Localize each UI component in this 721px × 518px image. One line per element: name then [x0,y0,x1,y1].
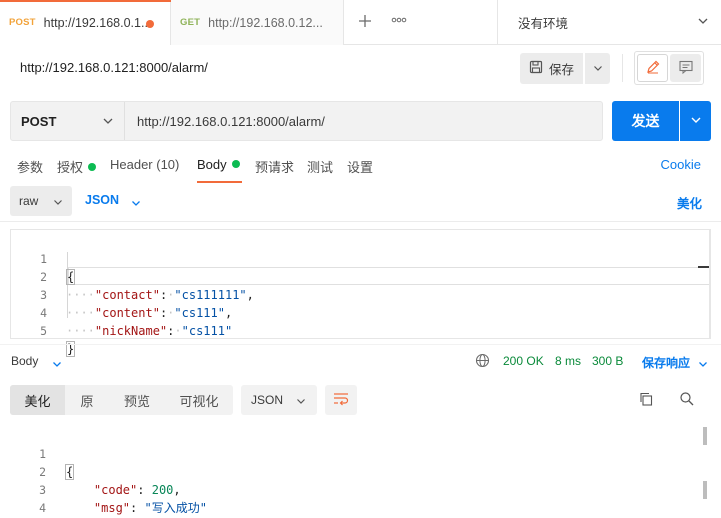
save-dropdown-button[interactable] [585,53,610,84]
floppy-disk-icon [529,60,543,77]
code-line: 1 { [11,232,710,285]
method-label: POST [21,113,57,129]
code-line: 3 ····"content":·"cs111", [11,268,710,320]
body-options-row: raw JSON 美化 [0,184,721,220]
tab-auth[interactable]: 授权 [57,157,97,181]
request-tab-active[interactable]: POST http://192.168.0.1... [0,0,171,45]
search-icon[interactable] [679,391,695,410]
response-size[interactable]: 300 B [592,354,623,368]
request-body-editor[interactable]: 1 { 2 ····"contact":·"cs111111", 3 ····"… [10,229,711,357]
tab-tests[interactable]: 测试 [307,157,333,181]
view-tab-pretty[interactable]: 美化 [10,385,65,415]
response-time[interactable]: 8 ms [555,354,581,368]
status-dot-icon [231,160,240,168]
code-line: 4 } [10,481,711,515]
tab-url: http://192.168.0.1... [43,15,152,30]
body-language-select[interactable]: JSON [85,193,140,207]
json-value: "cs111" [181,324,233,338]
tab-method: POST [9,17,36,28]
comment-icon [678,59,694,78]
request-tab[interactable]: GET http://192.168.0.12... [171,0,344,45]
response-header-row: Body 200 OK 8 ms 300 B 保存响应 [0,346,721,376]
beautify-button[interactable]: 美化 [677,193,702,212]
cookies-link[interactable]: Cookie [661,157,701,172]
chevron-down-icon [690,114,702,129]
tab-auth-label: 授权 [57,160,84,175]
response-body-select[interactable]: Body [11,354,61,368]
tab-prerequest[interactable]: 预请求 [255,157,294,181]
save-response-button[interactable]: 保存响应 [642,354,707,371]
request-title[interactable]: http://192.168.0.121:8000/alarm/ [20,60,208,75]
tab-method: GET [180,17,201,28]
request-tabs: 参数 授权 Header (10) Body 预请求 测试 设置 Cookie [0,150,721,183]
code-line: 2 ····"contact":·"cs111111", [11,250,710,302]
chevron-down-icon [102,115,114,130]
status-dot-icon [88,163,97,171]
tab-bar: POST http://192.168.0.1... GET http://19… [0,0,721,45]
plus-icon[interactable] [355,11,375,33]
code-line: 2 "code": 200, [10,445,711,497]
ellipsis-icon[interactable] [391,14,407,26]
view-tab-raw[interactable]: 原 [65,385,109,415]
tab-body[interactable]: Body [197,157,242,183]
globe-icon[interactable] [475,353,490,371]
view-tab-preview[interactable]: 预览 [109,385,165,415]
body-mode-label: raw [19,194,39,208]
response-body-label: Body [11,354,39,368]
wrap-lines-icon [333,392,349,409]
code-line: 4 ····"nickName":·"cs111" [11,286,710,338]
code-line: 3 "msg": "写入成功" [10,463,711,515]
json-value: "写入成功" [144,501,207,515]
tab-body-label: Body [197,157,227,172]
chevron-down-icon [52,358,62,372]
request-title-row: http://192.168.0.121:8000/alarm/ 保存 [0,46,721,94]
wrap-lines-button[interactable] [325,385,357,415]
send-button[interactable]: 发送 [612,101,679,141]
divider [622,54,623,82]
tab-settings[interactable]: 设置 [347,157,373,181]
chevron-down-icon [131,197,141,211]
url-bar: POST [10,101,603,141]
chevron-down-icon [593,61,603,76]
documentation-button[interactable] [670,54,701,82]
response-view-tabs: 美化 原 预览 可视化 [10,385,233,415]
save-label: 保存 [548,63,574,77]
json-key: "msg" [93,501,131,515]
code-line: 1 { [10,427,711,480]
code-line: 5 } [11,304,710,357]
save-button[interactable]: 保存 [520,53,583,84]
view-tab-visualize[interactable]: 可视化 [165,385,233,415]
url-input[interactable] [125,102,602,140]
response-status[interactable]: 200 OK [503,354,544,368]
chevron-down-icon [53,196,63,210]
environment-label: 没有环境 [518,17,569,31]
copy-icon[interactable] [638,391,654,410]
tab-params[interactable]: 参数 [17,157,43,181]
pencil-icon [645,59,661,78]
method-select[interactable]: POST [11,102,125,140]
edit-mode-button[interactable] [637,54,668,82]
response-format-select[interactable]: JSON [241,385,317,415]
chevron-down-icon [697,15,709,30]
send-group: 发送 [612,101,711,141]
body-mode-select[interactable]: raw [10,186,72,216]
line-number: 5 [40,324,47,338]
chevron-down-icon [296,395,306,409]
line-number: 4 [39,501,46,515]
json-key: "nickName" [94,324,168,338]
divider [0,344,721,345]
divider [0,221,721,222]
body-language-label: JSON [85,193,120,207]
response-body-viewer[interactable]: 1 { 2 "code": 200, 3 "msg": "写入成功" 4 } [10,427,711,518]
send-dropdown-button[interactable] [680,101,711,141]
save-response-label: 保存响应 [642,356,691,370]
tab-url: http://192.168.0.12... [208,15,323,30]
save-group: 保存 [520,53,610,84]
view-mode-toggle [634,51,704,85]
environment-selector[interactable]: 没有环境 [497,0,721,45]
response-format-label: JSON [251,393,284,407]
chevron-down-icon [698,358,708,372]
unsaved-dot-icon [146,20,154,28]
tab-headers[interactable]: Header (10) [110,157,179,181]
